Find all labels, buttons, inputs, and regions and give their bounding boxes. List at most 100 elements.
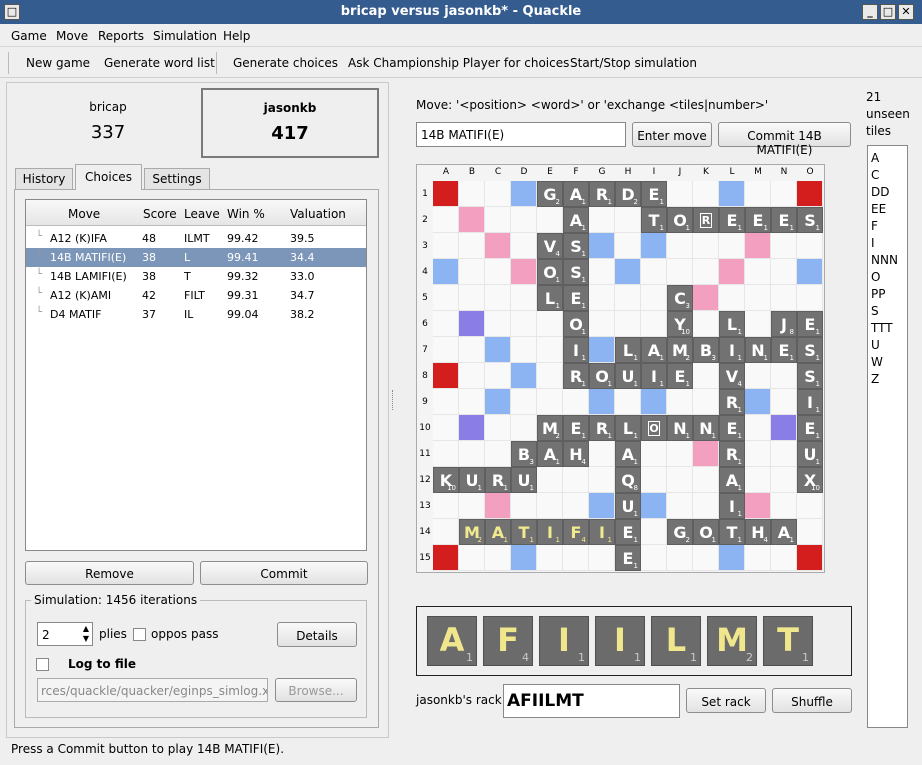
board-square[interactable] (537, 467, 563, 493)
board-square[interactable] (459, 441, 485, 467)
tab-history[interactable]: History (15, 168, 73, 189)
board-square[interactable] (459, 363, 485, 389)
board-square[interactable] (693, 259, 719, 285)
menu-simulation[interactable]: Simulation (153, 29, 217, 43)
choice-row[interactable]: └ 14B LAMIFI(E) 38 T 99.32 33.0 (26, 267, 366, 286)
board-square[interactable] (537, 311, 563, 337)
board-square[interactable] (589, 389, 615, 415)
board-square[interactable] (589, 207, 615, 233)
board-square[interactable] (615, 233, 641, 259)
ask-championship-player-button[interactable]: Ask Championship Player for choices (348, 56, 569, 70)
board-square[interactable] (485, 441, 511, 467)
board-square[interactable] (641, 233, 667, 259)
board-square[interactable] (485, 545, 511, 571)
board-square[interactable] (771, 493, 797, 519)
board-square[interactable] (615, 311, 641, 337)
board-square[interactable] (797, 181, 823, 207)
board-square[interactable] (589, 285, 615, 311)
board-square[interactable] (485, 311, 511, 337)
board-square[interactable] (459, 545, 485, 571)
rack-tile[interactable]: A1 (427, 616, 477, 666)
generate-choices-button[interactable]: Generate choices (233, 56, 338, 70)
board-square[interactable] (667, 259, 693, 285)
board-square[interactable] (641, 441, 667, 467)
generate-word-list-button[interactable]: Generate word list (104, 56, 215, 70)
board-square[interactable] (771, 545, 797, 571)
board-square[interactable] (459, 493, 485, 519)
remove-button[interactable]: Remove (25, 561, 194, 585)
rack-tile[interactable]: I1 (539, 616, 589, 666)
board-square[interactable] (459, 311, 485, 337)
board-square[interactable] (459, 389, 485, 415)
board-square[interactable] (433, 311, 459, 337)
board-square[interactable] (589, 467, 615, 493)
board-square[interactable] (745, 259, 771, 285)
board-square[interactable] (771, 233, 797, 259)
board-square[interactable] (485, 389, 511, 415)
board-square[interactable] (745, 467, 771, 493)
menu-move[interactable]: Move (56, 29, 88, 43)
board-square[interactable] (745, 181, 771, 207)
rack-tile[interactable]: F4 (483, 616, 533, 666)
board-square[interactable] (459, 415, 485, 441)
board-square[interactable] (563, 545, 589, 571)
board-square[interactable] (771, 389, 797, 415)
board-square[interactable] (667, 389, 693, 415)
board-square[interactable] (693, 311, 719, 337)
board-square[interactable] (511, 389, 537, 415)
board-square[interactable] (719, 233, 745, 259)
board-square[interactable] (641, 259, 667, 285)
board-square[interactable] (511, 415, 537, 441)
choice-row[interactable]: └ A12 (K)IFA 48 ILMT 99.42 39.5 (26, 229, 366, 248)
board-square[interactable] (589, 545, 615, 571)
board-square[interactable] (589, 311, 615, 337)
choice-row[interactable]: └ 14B MATIFI(E) 38 L 99.41 34.4 (26, 248, 366, 267)
column-valuation[interactable]: Valuation (290, 207, 346, 221)
board-square[interactable] (693, 441, 719, 467)
board-square[interactable] (485, 259, 511, 285)
board-square[interactable] (745, 363, 771, 389)
board-square[interactable] (641, 545, 667, 571)
board-square[interactable] (615, 285, 641, 311)
board-square[interactable] (667, 233, 693, 259)
commit-button[interactable]: Commit (200, 561, 368, 585)
log-to-file-checkbox[interactable] (36, 658, 49, 671)
column-leave[interactable]: Leave (184, 207, 220, 221)
new-game-button[interactable]: New game (26, 56, 90, 70)
board-square[interactable] (797, 259, 823, 285)
board-square[interactable] (433, 337, 459, 363)
board-square[interactable] (589, 493, 615, 519)
plies-spinbox[interactable]: 2 ▲ ▼ (37, 622, 93, 646)
column-score[interactable]: Score (143, 207, 177, 221)
board-square[interactable] (693, 389, 719, 415)
board-square[interactable] (589, 259, 615, 285)
board-square[interactable] (433, 519, 459, 545)
board-square[interactable] (745, 545, 771, 571)
board-square[interactable] (641, 519, 667, 545)
rack-tile[interactable]: I1 (595, 616, 645, 666)
game-board[interactable]: A B C D E F G H I J K L M N O 1 2 3 4 5 6 7 8 9 10 11 12 13 14 15 G 2 A 1… (416, 164, 825, 573)
board-square[interactable] (511, 493, 537, 519)
board-square[interactable] (745, 311, 771, 337)
tab-settings[interactable]: Settings (144, 168, 210, 189)
board-square[interactable] (797, 493, 823, 519)
board-square[interactable] (641, 311, 667, 337)
board-square[interactable] (693, 181, 719, 207)
board-square[interactable] (719, 545, 745, 571)
board-square[interactable] (511, 233, 537, 259)
board-square[interactable] (485, 493, 511, 519)
splitter-handle[interactable] (392, 390, 394, 410)
board-square[interactable] (537, 207, 563, 233)
board-square[interactable] (589, 337, 615, 363)
start-stop-simulation-button[interactable]: Start/Stop simulation (570, 56, 697, 70)
choices-list[interactable]: Move Score Leave Win % Valuation └ A12 (K… (25, 199, 367, 551)
board-square[interactable] (485, 207, 511, 233)
board-square[interactable] (771, 285, 797, 311)
board-square[interactable] (433, 441, 459, 467)
board-square[interactable] (563, 467, 589, 493)
board-square[interactable] (459, 285, 485, 311)
menu-game[interactable]: Game (11, 29, 47, 43)
shuffle-button[interactable]: Shuffle (772, 688, 852, 713)
board-square[interactable] (771, 467, 797, 493)
board-square[interactable] (719, 181, 745, 207)
